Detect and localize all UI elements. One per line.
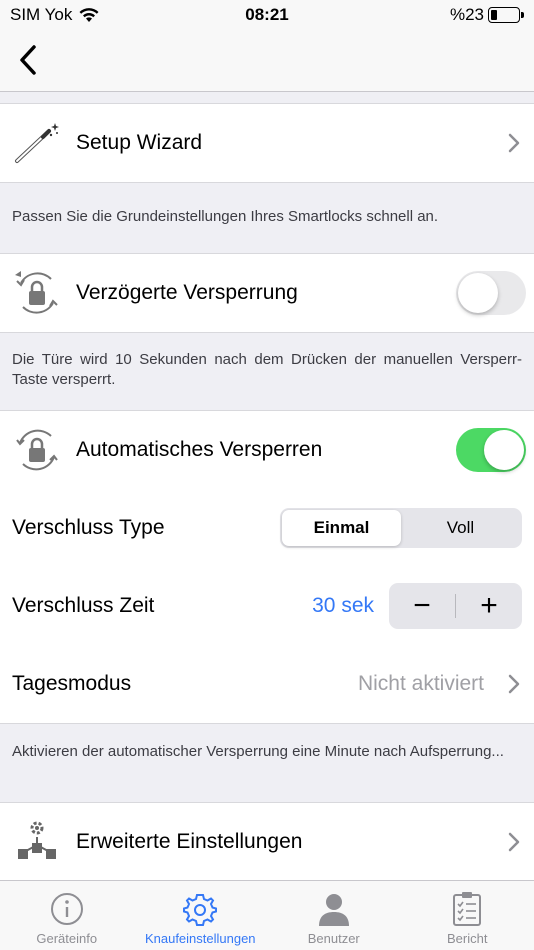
advanced-settings-icon xyxy=(12,817,62,867)
gear-icon xyxy=(182,891,218,927)
day-mode-row[interactable]: Tagesmodus Nicht aktiviert xyxy=(0,645,534,724)
segment-einmal[interactable]: Einmal xyxy=(282,510,401,546)
lock-time-label: Verschluss Zeit xyxy=(12,594,155,617)
decrement-button[interactable]: − xyxy=(389,583,455,629)
setup-wizard-label: Setup Wizard xyxy=(76,131,203,154)
navigation-bar xyxy=(0,30,534,92)
lock-time-row: Verschluss Zeit 30 sek − + xyxy=(0,567,534,646)
tab-benutzer[interactable]: Benutzer xyxy=(267,881,401,950)
toggle-knob xyxy=(484,430,524,470)
chevron-right-icon xyxy=(508,133,520,153)
setup-wizard-row[interactable]: Setup Wizard xyxy=(0,103,534,183)
chevron-right-icon xyxy=(508,832,520,851)
delayed-lock-row: Verzögerte Versperrung xyxy=(0,253,534,333)
battery-icon xyxy=(488,7,520,23)
tab-label: Geräteinfo xyxy=(36,931,98,946)
tab-knaufeinstellungen[interactable]: Knaufeinstellungen xyxy=(134,881,268,950)
chevron-right-icon xyxy=(508,674,520,694)
chevron-left-icon xyxy=(20,45,36,75)
battery-tip xyxy=(521,12,524,18)
battery-group: %23 xyxy=(450,5,524,25)
day-mode-label: Tagesmodus xyxy=(12,672,132,695)
delayed-lock-footer: Die Türe wird 10 Sekunden nach dem Drück… xyxy=(12,351,522,388)
info-icon xyxy=(49,891,85,927)
user-icon xyxy=(316,891,352,927)
day-mode-value: Nicht aktiviert xyxy=(357,672,484,695)
auto-lock-row: Automatisches Versperren xyxy=(0,410,534,490)
delayed-lock-label: Verzögerte Versperrung xyxy=(76,281,298,304)
advanced-settings-label: Erweiterte Einstellungen xyxy=(76,829,303,853)
increment-button[interactable]: + xyxy=(456,583,522,629)
timed-lock-icon xyxy=(12,268,62,318)
status-bar: SIM Yok 08:21 %23 xyxy=(0,0,534,30)
lock-type-label: Verschluss Type xyxy=(12,516,165,539)
tab-bar: Geräteinfo Knaufeinstellungen Benutzer B… xyxy=(0,880,534,950)
clipboard-icon xyxy=(449,891,485,927)
back-button[interactable] xyxy=(8,40,48,80)
tab-label: Bericht xyxy=(447,931,488,946)
battery-percent: %23 xyxy=(449,5,484,24)
tab-bericht[interactable]: Bericht xyxy=(401,881,534,950)
segment-voll[interactable]: Voll xyxy=(401,510,520,546)
lock-time-value: 30 sek xyxy=(312,594,374,617)
advanced-settings-row[interactable]: Erweiterte Einstellungen xyxy=(0,802,534,881)
magic-wand-icon xyxy=(12,118,62,168)
auto-lock-label: Automatisches Versperren xyxy=(76,438,323,461)
lock-time-stepper: − + xyxy=(389,583,522,629)
day-mode-footer: Aktivieren der automatischer Versperrung… xyxy=(12,743,504,760)
delayed-lock-toggle[interactable] xyxy=(456,271,526,315)
tab-label: Benutzer xyxy=(307,931,360,946)
setup-wizard-footer: Passen Sie die Grundeinstellungen Ihres … xyxy=(12,208,439,225)
tab-label: Knaufeinstellungen xyxy=(144,931,256,946)
toggle-knob xyxy=(458,273,498,313)
lock-type-segmented-control: Einmal Voll xyxy=(280,508,522,548)
auto-lock-toggle[interactable] xyxy=(456,428,526,472)
auto-lock-icon xyxy=(12,425,62,475)
tab-geraeteinfo[interactable]: Geräteinfo xyxy=(0,881,134,950)
lock-type-row: Verschluss Type Einmal Voll xyxy=(0,489,534,568)
